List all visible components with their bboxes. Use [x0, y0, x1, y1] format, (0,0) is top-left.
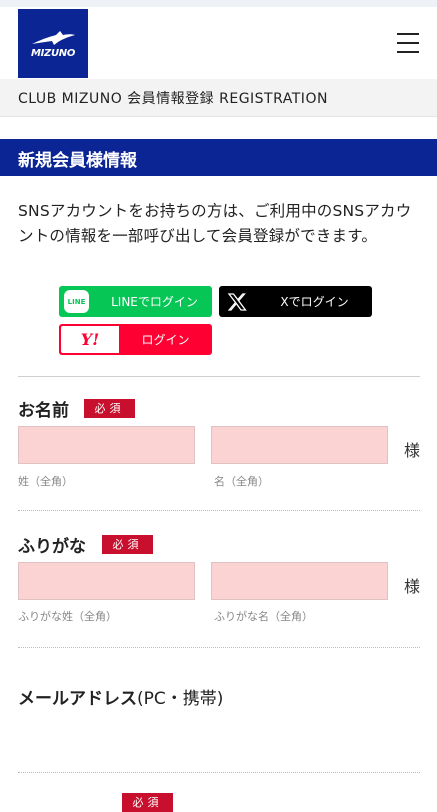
site-header: MIZUNO [0, 7, 437, 79]
yahoo-login-label: ログイン [141, 333, 190, 347]
required-badge: 必須 [102, 535, 153, 554]
furigana-label: ふりがな [18, 537, 86, 557]
line-icon: LINE [64, 290, 89, 313]
required-badge: 必須 [84, 399, 135, 418]
x-login-label: Xでログイン [280, 295, 349, 309]
first-name-hint: 名（全角） [214, 475, 269, 488]
registration-title: CLUB MIZUNO 会員情報登録 REGISTRATION [18, 91, 328, 107]
yahoo-icon: Y! [61, 326, 119, 353]
yahoo-login-button[interactable]: Y! ログイン [59, 324, 212, 355]
hamburger-menu-icon[interactable] [397, 33, 419, 53]
runbird-icon [32, 30, 75, 45]
line-login-label: LINEでログイン [111, 295, 198, 309]
name-label: お名前 [18, 401, 69, 421]
x-login-button[interactable]: Xでログイン [219, 286, 372, 317]
furigana-first-input[interactable] [211, 562, 388, 600]
first-name-input[interactable] [211, 426, 388, 464]
logo-text: MIZUNO [30, 47, 76, 59]
furigana-last-hint: ふりがな姓（全角） [18, 610, 117, 623]
furigana-first-hint: ふりがな名（全角） [214, 610, 313, 623]
furigana-last-input[interactable] [18, 562, 195, 600]
furigana-suffix: 様 [404, 577, 421, 596]
name-suffix: 様 [404, 441, 421, 460]
email-label: メールアドレス(PC・携帯) [18, 689, 224, 709]
last-name-hint: 姓（全角） [18, 475, 73, 488]
divider [18, 772, 420, 773]
section-header: 新規会員様情報 [0, 139, 437, 176]
registration-subbar: CLUB MIZUNO 会員情報登録 REGISTRATION [0, 79, 437, 117]
mizuno-logo[interactable]: MIZUNO [18, 9, 88, 78]
required-badge: 必須 [122, 793, 173, 812]
line-login-button[interactable]: LINE LINEでログイン [59, 286, 212, 317]
divider [18, 510, 420, 511]
divider [18, 376, 420, 377]
top-edge-line [0, 0, 437, 7]
section-title: 新規会員様情報 [18, 151, 137, 171]
last-name-input[interactable] [18, 426, 195, 464]
x-logo-icon [227, 293, 247, 311]
sns-intro-text: SNSアカウントをお持ちの方は、ご利用中のSNSアカウントの情報を一部呼び出して… [18, 202, 412, 245]
divider [18, 647, 420, 648]
